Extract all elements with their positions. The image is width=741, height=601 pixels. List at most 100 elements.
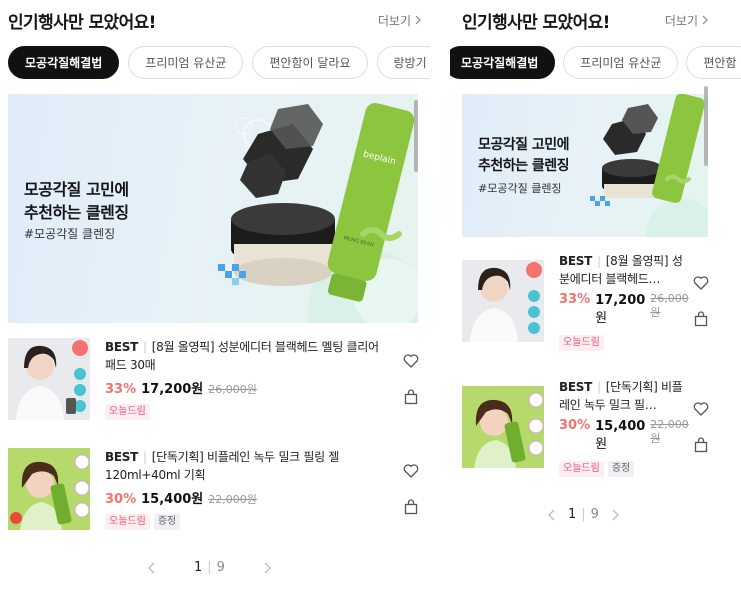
heart-icon: [403, 354, 419, 368]
product-thumbnail[interactable]: [8, 448, 90, 530]
price-row: 30% 15,400원 22,000원: [559, 418, 689, 454]
product-card[interactable]: BEST | [8월 올영픽] 성분에디터 블랙헤드… 33% 17,200 원 26…: [462, 252, 722, 352]
product-info: BEST | [단독기획] 비플레인 녹두 밀크 필링 젤 120ml+40ml 기…: [105, 448, 391, 530]
sale-price: 17,200: [595, 293, 646, 308]
pagination: 1 | 9: [146, 560, 273, 575]
discount-rate: 33%: [559, 292, 591, 307]
heart-icon: [693, 276, 709, 290]
more-link[interactable]: 더보기: [378, 12, 422, 29]
best-label: BEST: [559, 254, 592, 268]
discount-rate: 30%: [105, 492, 137, 507]
original-price: 22,000: [650, 418, 689, 431]
product-name[interactable]: BEST | [8월 올영픽] 성분에디터 블랙헤드…: [559, 252, 687, 288]
chip-lanvin[interactable]: 랑방기: [376, 46, 430, 79]
product-card[interactable]: BEST | [8월 올영픽] 성분에디터 블랙헤드 멜팅 클리어 패드 30매 3…: [8, 338, 420, 420]
prev-page-button[interactable]: [146, 561, 158, 575]
wishlist-button[interactable]: [402, 352, 420, 370]
product-info: BEST | [8월 올영픽] 성분에디터 블랙헤드… 33% 17,200 원 26…: [559, 252, 689, 351]
shopping-bag-icon: [404, 389, 418, 405]
model-photo-image: [462, 260, 544, 342]
category-chips: 모공각질해결법 프리미엄 유산균 편안함이 달라요 랑방기: [8, 46, 430, 80]
price-row: 33% 17,200원 26,000원: [105, 378, 391, 397]
product-thumbnail[interactable]: [462, 260, 544, 342]
badge-gift: 증정: [607, 461, 635, 477]
badge-today-delivery: 오늘드림: [105, 514, 150, 530]
product-info: BEST | [8월 올영픽] 성분에디터 블랙헤드 멜팅 클리어 패드 30매 3…: [105, 338, 391, 420]
promo-panel-wide: 인기행사만 모았어요! 더보기 모공각질해결법 프리미엄 유산균 편안함이 달라…: [0, 0, 430, 601]
original-price: 22,000원: [208, 493, 257, 506]
chip-pore-care[interactable]: 모공각질해결법: [450, 46, 556, 79]
chip-comfort[interactable]: 편안함: [686, 46, 741, 79]
shopping-bag-icon: [404, 499, 418, 515]
next-page-button[interactable]: [261, 561, 273, 575]
best-label: BEST: [559, 380, 592, 394]
banner-title-line2: 추천하는 클렌징: [24, 203, 129, 222]
promo-banner[interactable]: 모공각질 고민에 추천하는 클렌징 #모공각질 클렌징: [462, 94, 708, 237]
category-chips: 모공각질해결법 프리미엄 유산균 편안함: [450, 46, 741, 80]
best-label: BEST: [105, 340, 138, 354]
model-photo-image: [462, 386, 544, 468]
badge-today-delivery: 오늘드림: [559, 461, 604, 477]
next-page-button[interactable]: [609, 508, 621, 522]
section-header: 인기행사만 모았어요! 더보기: [8, 6, 422, 34]
section-header: 인기행사만 모았어요! 더보기: [462, 6, 709, 34]
more-label: 더보기: [664, 13, 698, 28]
chip-probiotics[interactable]: 프리미엄 유산균: [128, 46, 244, 79]
banner-title-line2: 추천하는 클렌징: [478, 158, 570, 174]
original-price: 26,000: [650, 292, 689, 305]
cart-button[interactable]: [402, 498, 420, 516]
banner-hashtag: #모공각질 클렌징: [478, 182, 562, 195]
original-price-unit: 원: [650, 306, 661, 319]
discount-rate: 30%: [559, 418, 591, 433]
wishlist-button[interactable]: [402, 462, 420, 480]
cart-button[interactable]: [692, 436, 710, 454]
more-link[interactable]: 더보기: [665, 12, 709, 29]
current-page: 1: [568, 507, 577, 522]
badge-list: 오늘드림 증정: [105, 514, 391, 530]
promo-panel-narrow: 인기행사만 모았어요! 더보기 모공각질해결법 프리미엄 유산균 편안함 모공각…: [450, 0, 741, 601]
product-name[interactable]: BEST | [단독기획] 비플레인 녹두 밀크 필…: [559, 378, 687, 414]
price-row: 33% 17,200원 26,000원: [559, 292, 689, 328]
chevron-left-icon: [148, 562, 155, 573]
chip-comfort[interactable]: 편안함이 달라요: [252, 46, 368, 79]
heart-icon: [693, 402, 709, 416]
wishlist-button[interactable]: [692, 400, 710, 418]
more-label: 더보기: [377, 13, 411, 28]
scroll-indicator[interactable]: [704, 86, 708, 166]
wishlist-button[interactable]: [692, 274, 710, 292]
sale-price: 15,400: [595, 419, 646, 434]
banner-title-line1: 모공각질 고민에: [478, 137, 570, 153]
cart-button[interactable]: [402, 388, 420, 406]
product-card[interactable]: BEST | [단독기획] 비플레인 녹두 밀크 필링 젤 120ml+40ml 기…: [8, 448, 420, 530]
badge-today-delivery: 오늘드림: [559, 335, 604, 351]
total-pages: 9: [590, 507, 599, 522]
cart-button[interactable]: [692, 310, 710, 328]
chevron-right-icon: [264, 562, 271, 573]
current-page: 1: [194, 560, 203, 575]
prev-page-button[interactable]: [546, 508, 558, 522]
chevron-right-icon: [702, 15, 708, 25]
product-thumbnail[interactable]: [8, 338, 90, 420]
price-row: 30% 15,400원 22,000원: [105, 488, 391, 507]
product-name[interactable]: BEST | [8월 올영픽] 성분에디터 블랙헤드 멜팅 클리어 패드 30매: [105, 338, 391, 374]
product-card[interactable]: BEST | [단독기획] 비플레인 녹두 밀크 필… 30% 15,400 원 22…: [462, 378, 722, 478]
chip-probiotics[interactable]: 프리미엄 유산균: [563, 46, 679, 79]
product-info: BEST | [단독기획] 비플레인 녹두 밀크 필… 30% 15,400 원 22…: [559, 378, 689, 477]
total-pages: 9: [216, 560, 225, 575]
shopping-bag-icon: [694, 437, 708, 453]
section-title: 인기행사만 모았어요!: [8, 12, 156, 33]
promo-banner[interactable]: beplain MUNG BEAN 모공각질 고민에 추천하는 클렌징 #모공각…: [8, 94, 418, 323]
section-title: 인기행사만 모았어요!: [462, 12, 610, 33]
chevron-right-icon: [612, 509, 619, 520]
model-photo-image: [8, 448, 90, 530]
sale-price: 17,200원: [141, 382, 204, 397]
product-name[interactable]: BEST | [단독기획] 비플레인 녹두 밀크 필링 젤 120ml+40ml 기…: [105, 448, 391, 484]
chip-pore-care[interactable]: 모공각질해결법: [8, 46, 120, 79]
heart-icon: [403, 464, 419, 478]
sale-price: 15,400원: [141, 492, 204, 507]
product-thumbnail[interactable]: [462, 386, 544, 468]
scroll-indicator[interactable]: [414, 100, 418, 172]
badge-gift: 증정: [153, 514, 181, 530]
pagination: 1 | 9: [546, 507, 621, 522]
discount-rate: 33%: [105, 382, 137, 397]
